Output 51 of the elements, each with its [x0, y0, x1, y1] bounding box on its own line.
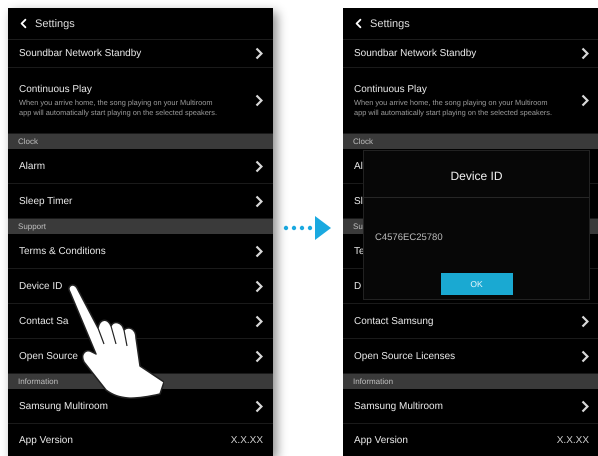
device-id-value: C4576EC25780	[375, 232, 443, 243]
row-label: Open Source Licenses	[354, 350, 456, 362]
row-label: App Version	[19, 435, 73, 446]
row-label: Contact Samsung	[354, 316, 434, 326]
settings-row[interactable]: Samsung Multiroom	[343, 389, 598, 424]
section-title: Information	[353, 377, 394, 386]
section-title: Support	[18, 222, 46, 231]
chevron-right-icon	[255, 314, 263, 328]
row-label: Terms & Conditions	[19, 246, 106, 256]
section-title: Clock	[18, 137, 38, 146]
screen-title: Settings	[35, 18, 75, 30]
chevron-right-icon	[255, 194, 263, 208]
row-label: Sleep Timer	[19, 196, 72, 206]
row-label: D	[354, 280, 362, 292]
row-label: App Version	[354, 435, 408, 446]
section-title: Su	[353, 222, 363, 231]
chevron-right-icon	[255, 280, 263, 292]
chevron-right-icon	[255, 400, 263, 412]
chevron-right-icon	[255, 160, 263, 172]
row-label: Device ID	[19, 280, 62, 292]
dialog-title: Device ID	[450, 169, 502, 183]
row-label: Alarm	[19, 160, 46, 172]
screen-title: Settings	[370, 18, 410, 30]
row-label: Continuous Play	[19, 84, 93, 95]
chevron-right-icon	[255, 244, 263, 258]
row-label: Contact Sa	[19, 316, 68, 326]
chevron-right-icon	[581, 314, 589, 328]
version-value: X.X.XX	[556, 435, 589, 446]
version-value: X.X.XX	[230, 435, 263, 446]
chevron-right-icon	[581, 400, 589, 412]
row-label: Samsung Multiroom	[354, 400, 443, 412]
settings-row[interactable]: Soundbar Network Standby	[8, 40, 273, 68]
row-label: Sl	[354, 196, 363, 206]
chevron-right-icon	[581, 350, 589, 362]
chevron-right-icon	[255, 47, 263, 60]
row-label: Soundbar Network Standby	[354, 48, 476, 59]
row-label: Soundbar Network Standby	[19, 48, 142, 59]
settings-row[interactable]: Terms & Conditions	[8, 234, 273, 269]
chevron-right-icon	[255, 94, 263, 107]
settings-row[interactable]: Alarm	[8, 149, 273, 184]
settings-row[interactable]: Contact Samsung	[343, 304, 598, 339]
row-label: Open Source	[19, 350, 78, 362]
row-label: Samsung Multiroom	[19, 400, 108, 412]
row-label: Al	[354, 160, 363, 172]
section-title: Information	[18, 377, 58, 386]
chevron-right-icon	[581, 47, 589, 60]
settings-row[interactable]: Soundbar Network Standby	[343, 40, 598, 68]
row-label: Continuous Play	[354, 84, 428, 95]
section-title: Clock	[353, 137, 374, 146]
chevron-right-icon	[255, 350, 263, 362]
chevron-right-icon	[581, 94, 589, 107]
